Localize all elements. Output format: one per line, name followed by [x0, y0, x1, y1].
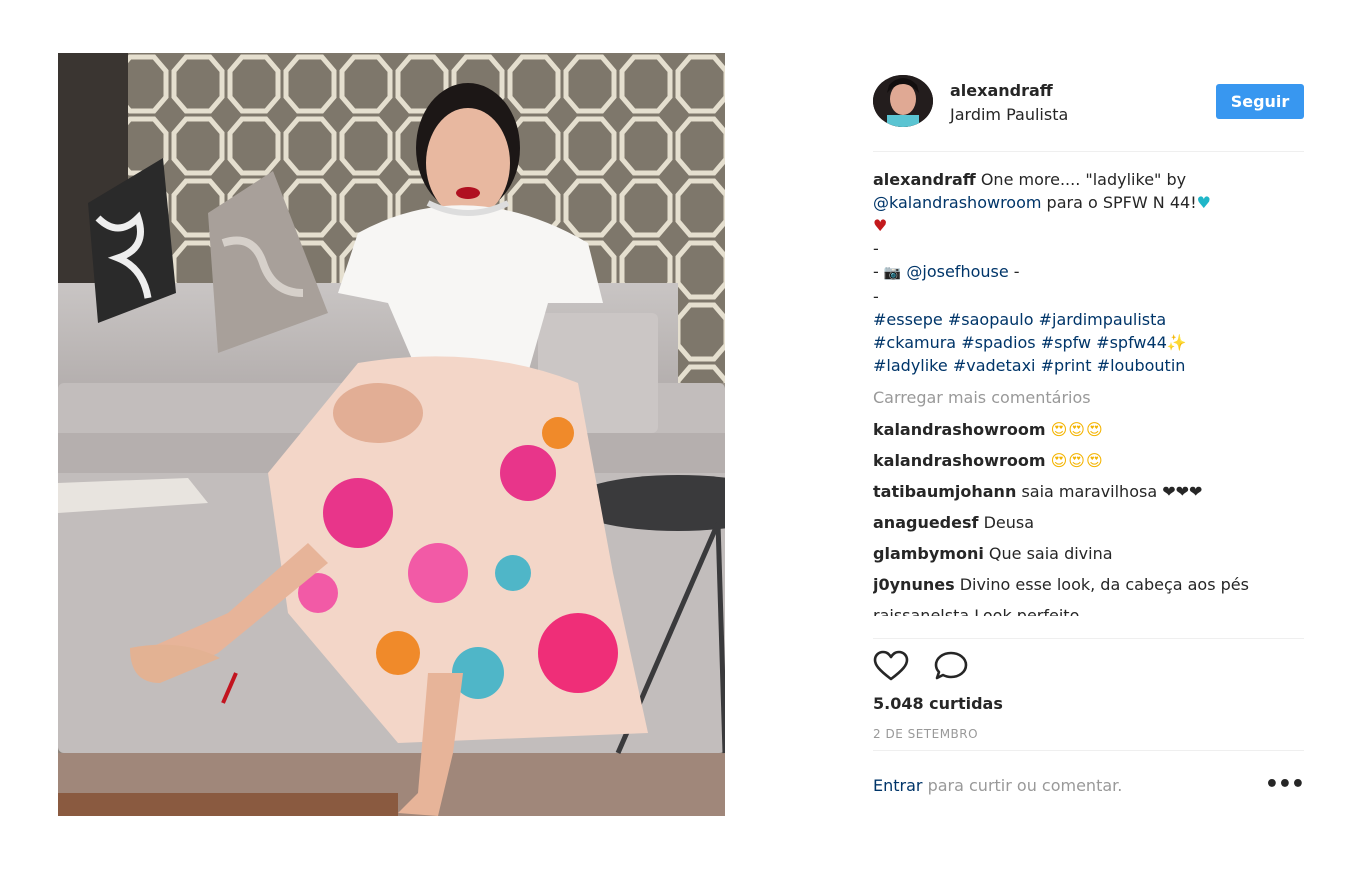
- login-prompt-text: para curtir ou comentar.: [922, 776, 1123, 795]
- sparkle-icon: ✨: [1166, 333, 1187, 352]
- action-bar: [873, 650, 1304, 684]
- caption-dash-line-2: -: [873, 287, 879, 306]
- comment-author[interactable]: kalandrashowroom: [873, 420, 1045, 439]
- camera-icon: 📷: [883, 265, 902, 281]
- hashtag-link[interactable]: #spadios: [961, 333, 1035, 352]
- comment: glambymoni Que saia divina: [873, 542, 1304, 565]
- hashtags-line-3: #ladylike #vadetaxi #print #louboutin: [873, 354, 1304, 377]
- avatar[interactable]: [873, 75, 933, 127]
- comment-text: 😍😍😍: [1050, 451, 1104, 470]
- comment-text: 😍😍😍: [1050, 420, 1104, 439]
- blue-heart-icon: ♥: [1196, 193, 1211, 212]
- comment-author[interactable]: kalandrashowroom: [873, 451, 1045, 470]
- avatar-image-icon: [873, 75, 933, 127]
- comment-text: Que saia divina: [988, 544, 1113, 563]
- post-date[interactable]: 2 DE SETEMBRO: [873, 727, 978, 741]
- comment-author[interactable]: tatibaumjohann: [873, 482, 1016, 501]
- credit-dash-open: -: [873, 262, 884, 281]
- comment-author[interactable]: glambymoni: [873, 544, 984, 563]
- hashtag-link[interactable]: #print: [1041, 356, 1092, 375]
- login-link[interactable]: Entrar: [873, 776, 922, 795]
- post-photo[interactable]: [58, 53, 725, 816]
- caption-dash-line: -: [873, 239, 879, 258]
- red-heart-icon: ♥: [873, 216, 888, 235]
- hashtag-link[interactable]: #jardimpaulista: [1039, 310, 1167, 329]
- hashtag-link[interactable]: #louboutin: [1097, 356, 1186, 375]
- hashtag-link[interactable]: #essepe: [873, 310, 943, 329]
- likes-count[interactable]: 5.048 curtidas: [873, 694, 1003, 713]
- caption-red-heart-line: ♥: [873, 214, 1304, 237]
- hashtag-link[interactable]: #saopaulo: [948, 310, 1034, 329]
- credit-dash-close: -: [1008, 262, 1020, 281]
- comment: kalandrashowroom 😍😍😍: [873, 418, 1304, 441]
- mention-josefhouse[interactable]: @josefhouse: [906, 262, 1008, 281]
- comment: anaguedesf Deusa: [873, 511, 1304, 534]
- heart-outline-icon: [873, 650, 909, 681]
- post-sidebar: alexandraff Jardim Paulista Seguir alexa…: [873, 53, 1305, 816]
- caption-photo-credit: - 📷 @josefhouse -: [873, 260, 1304, 285]
- hashtag-link[interactable]: #spfw44: [1096, 333, 1167, 352]
- hashtags-line-2: #ckamura #spadios #spfw #spfw44✨: [873, 331, 1304, 354]
- speech-bubble-icon: [934, 651, 968, 680]
- hashtag-link[interactable]: #ladylike: [873, 356, 948, 375]
- divider-bottom: [873, 750, 1304, 751]
- comment: tatibaumjohann saia maravilhosa ❤❤❤: [873, 480, 1304, 503]
- comment: kalandrashowroom 😍😍😍: [873, 449, 1304, 472]
- hashtags-line-1: #essepe #saopaulo #jardimpaulista: [873, 308, 1304, 331]
- post-username[interactable]: alexandraff: [950, 81, 1053, 100]
- comment-text: Divino esse look, da cabeça aos pés: [959, 575, 1249, 594]
- hashtag-link[interactable]: #spfw: [1041, 333, 1091, 352]
- comment-author[interactable]: j0ynunes: [873, 575, 955, 594]
- comment: j0ynunes Divino esse look, da cabeça aos…: [873, 573, 1304, 596]
- login-prompt: Entrar para curtir ou comentar. •••: [873, 772, 1305, 800]
- comments-list[interactable]: alexandraff One more.... "ladylike" by @…: [873, 168, 1304, 638]
- like-button[interactable]: [873, 650, 909, 682]
- post-header: alexandraff Jardim Paulista Seguir: [873, 75, 1304, 131]
- caption-text-1: One more.... "ladylike" by: [975, 170, 1187, 189]
- divider-comments: [873, 638, 1304, 639]
- load-more-comments[interactable]: Carregar mais comentários: [873, 386, 1304, 409]
- post-photo-illustration: [58, 53, 725, 816]
- caption-text-2: para o SPFW N 44!: [1041, 193, 1197, 212]
- caption: alexandraff One more.... "ladylike" by @…: [873, 168, 1304, 214]
- comment-partial: raissanelsta Look perfeito: [873, 606, 1080, 616]
- more-options-icon[interactable]: •••: [1265, 772, 1305, 797]
- comment-button[interactable]: [933, 650, 969, 682]
- comment-text: Deusa: [983, 513, 1035, 532]
- divider-top: [873, 151, 1304, 152]
- hashtag-link[interactable]: #ckamura: [873, 333, 956, 352]
- caption-author[interactable]: alexandraff: [873, 170, 976, 189]
- mention-kalandrashowroom[interactable]: @kalandrashowroom: [873, 193, 1041, 212]
- follow-button[interactable]: Seguir: [1216, 84, 1304, 119]
- comment-author[interactable]: anaguedesf: [873, 513, 978, 532]
- post-location[interactable]: Jardim Paulista: [950, 105, 1068, 124]
- hashtag-link[interactable]: #vadetaxi: [953, 356, 1036, 375]
- comment-text: saia maravilhosa ❤❤❤: [1021, 482, 1203, 501]
